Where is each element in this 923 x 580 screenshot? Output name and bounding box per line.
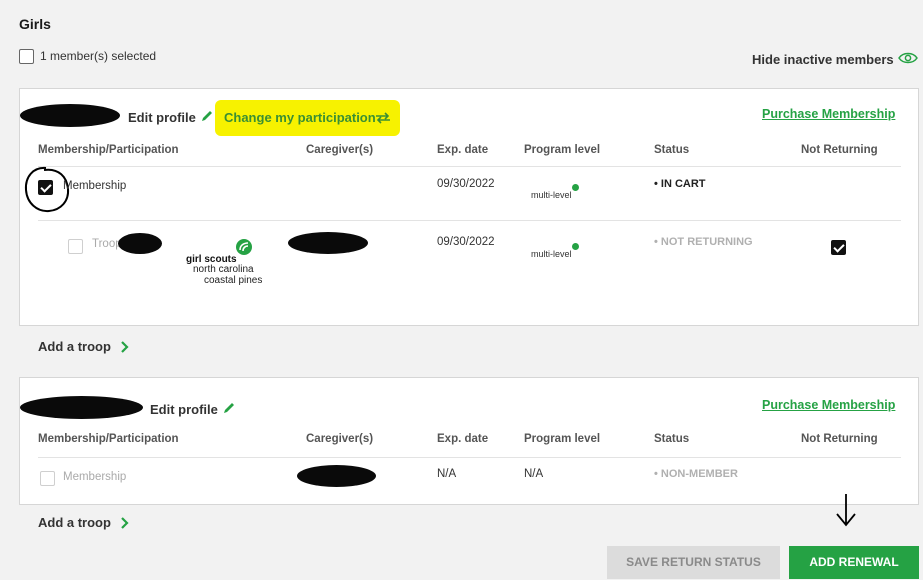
col-not-returning: Not Returning (801, 433, 878, 445)
chevron-right-icon[interactable] (120, 341, 129, 353)
troop-checkbox[interactable] (68, 239, 83, 254)
membership-exp: N/A (437, 468, 457, 480)
col-exp-date: Exp. date (437, 144, 489, 156)
edit-profile-link[interactable]: Edit profile (128, 110, 196, 125)
col-caregivers: Caregiver(s) (306, 433, 374, 445)
pencil-icon[interactable] (200, 109, 214, 123)
chevron-right-icon[interactable] (120, 517, 129, 529)
troop-level: multi-level (531, 249, 572, 259)
purchase-membership-link[interactable]: Purchase Membership (762, 398, 895, 412)
girl-scouts-logo-icon (236, 239, 252, 255)
col-status: Status (654, 144, 690, 156)
status-not-returning: • NOT RETURNING (654, 236, 753, 248)
purchase-membership-link[interactable]: Purchase Membership (762, 107, 895, 121)
membership-name: Membership (63, 180, 127, 192)
col-status: Status (654, 433, 690, 445)
swap-arrows-icon[interactable] (375, 112, 391, 124)
status-non-member: • NON-MEMBER (654, 468, 738, 480)
header-divider (38, 457, 901, 458)
add-troop-link[interactable]: Add a troop (38, 515, 111, 530)
col-not-returning: Not Returning (801, 144, 878, 156)
col-membership: Membership/Participation (38, 144, 179, 156)
col-program-level: Program level (524, 144, 601, 156)
add-troop-link[interactable]: Add a troop (38, 339, 111, 354)
redacted-caregiver (288, 232, 368, 254)
select-all-checkbox[interactable] (19, 49, 34, 64)
status-in-cart: • IN CART (654, 178, 706, 190)
pencil-icon[interactable] (222, 401, 236, 415)
col-caregivers: Caregiver(s) (306, 144, 374, 156)
membership-exp: 09/30/2022 (437, 178, 495, 190)
membership-level: N/A (524, 468, 544, 480)
membership-checkbox[interactable] (40, 471, 55, 486)
header-divider (38, 166, 901, 167)
council-line1: north carolina (193, 264, 254, 275)
col-exp-date: Exp. date (437, 433, 489, 445)
council-line2: coastal pines (204, 275, 263, 286)
save-return-status-button[interactable]: SAVE RETURN STATUS (607, 546, 780, 579)
membership-level: multi-level (531, 190, 572, 200)
redacted-member-name (20, 104, 120, 127)
redacted-member-name (20, 396, 143, 419)
change-participation-link[interactable]: Change my participation (224, 110, 376, 125)
row-divider (38, 220, 901, 221)
redacted-troop-number (118, 233, 162, 254)
membership-name: Membership (63, 471, 127, 483)
edit-profile-link[interactable]: Edit profile (150, 402, 218, 417)
not-returning-checkbox[interactable] (831, 240, 846, 255)
col-program-level: Program level (524, 433, 601, 445)
troop-exp: 09/30/2022 (437, 236, 495, 248)
eye-icon[interactable] (898, 51, 918, 65)
add-renewal-button[interactable]: ADD RENEWAL (789, 546, 919, 579)
level-dot-icon (572, 184, 579, 191)
hide-inactive-toggle[interactable]: Hide inactive members (752, 52, 894, 67)
redacted-caregiver (297, 465, 376, 487)
section-title: Girls (19, 16, 51, 32)
col-membership: Membership/Participation (38, 433, 179, 445)
selected-count-label: 1 member(s) selected (40, 49, 157, 63)
level-dot-icon (572, 243, 579, 250)
annotation-arrow-icon (836, 494, 856, 527)
